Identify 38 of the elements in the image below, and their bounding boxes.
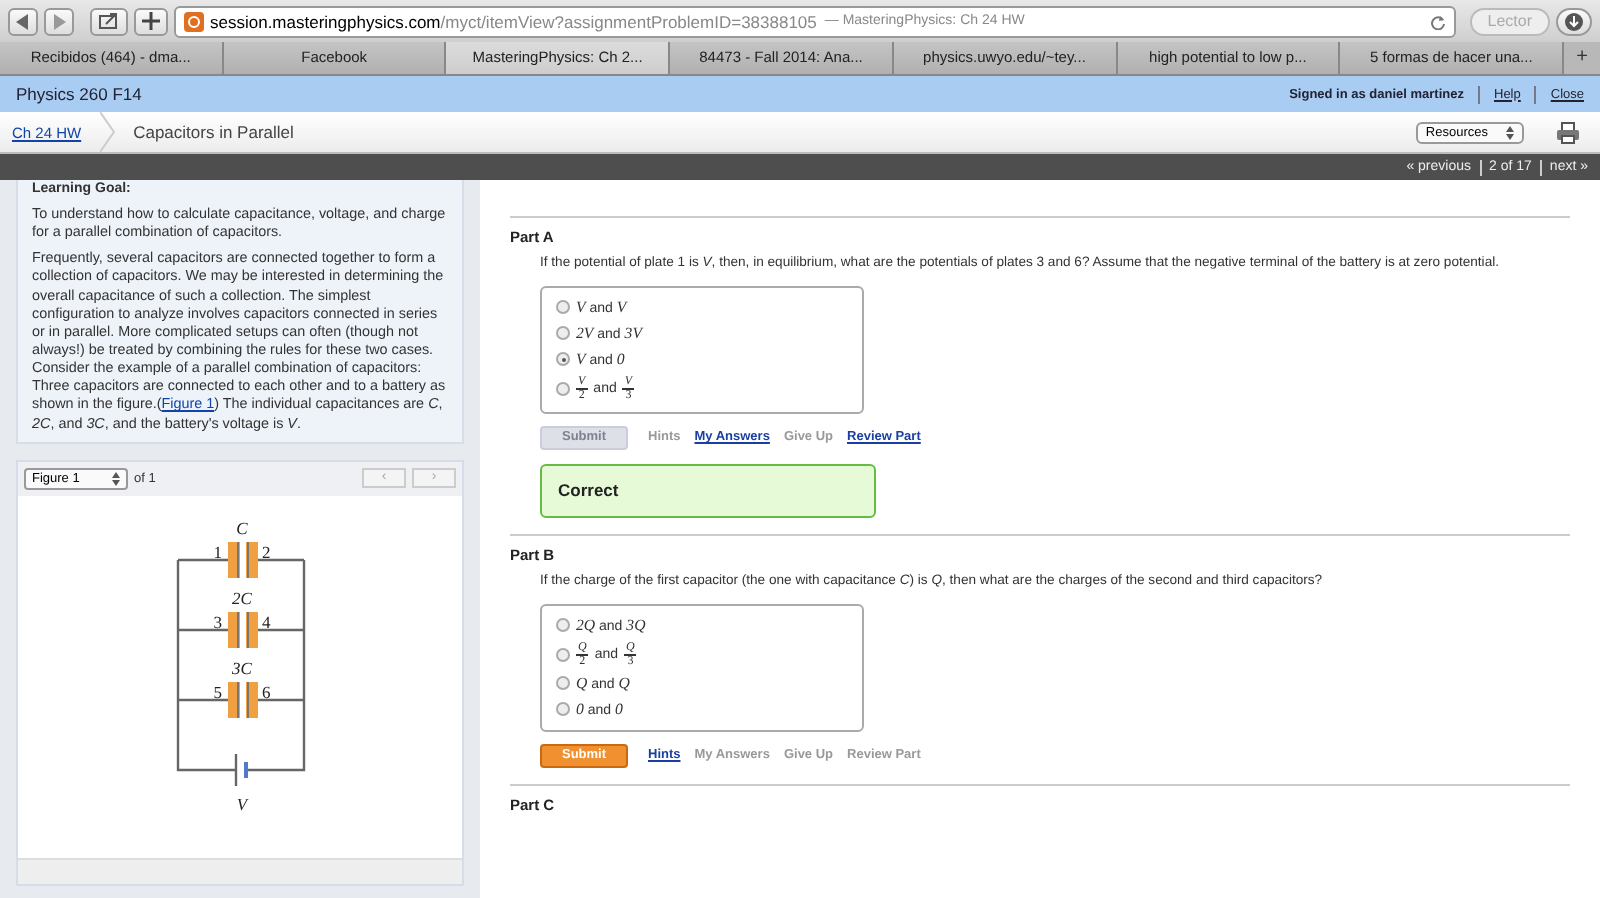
left-triangle-icon — [16, 13, 30, 29]
add-bookmark-button[interactable] — [134, 7, 168, 35]
plus-icon — [142, 12, 160, 30]
radio-button[interactable] — [556, 352, 570, 367]
right-triangle-icon — [52, 13, 66, 29]
radio-button[interactable] — [556, 676, 570, 691]
feedback-box: Correct — [540, 463, 876, 518]
radio-button[interactable] — [556, 300, 570, 315]
capacitor-label: 2C — [232, 587, 252, 608]
share-button[interactable] — [90, 7, 128, 35]
radio-button[interactable] — [556, 381, 570, 396]
radio-button[interactable] — [556, 647, 570, 662]
print-icon[interactable] — [1556, 121, 1580, 143]
problem-title: Capacitors in Parallel — [133, 122, 294, 142]
stepper-icon — [1506, 125, 1514, 139]
plate-number: 1 — [213, 541, 222, 562]
site-icon — [184, 11, 204, 31]
forward-button[interactable] — [44, 7, 74, 35]
download-icon — [1564, 11, 1584, 31]
stepper-icon — [112, 471, 120, 486]
plate-number: 3 — [213, 611, 222, 632]
radio-button[interactable] — [556, 702, 570, 717]
radio-button[interactable] — [556, 618, 570, 633]
download-button[interactable] — [1556, 7, 1592, 35]
reload-icon[interactable] — [1429, 13, 1446, 29]
capacitor-label: C — [236, 517, 248, 538]
capacitor-label: 3C — [232, 657, 252, 678]
share-icon — [98, 12, 120, 30]
chevron-icon — [99, 112, 116, 152]
plate-number: 2 — [262, 541, 271, 562]
back-button[interactable] — [8, 7, 38, 35]
plate-number: 5 — [213, 681, 222, 702]
course-title: Physics 260 F14 — [16, 84, 142, 104]
plate-number: 6 — [262, 681, 271, 702]
battery-label: V — [236, 793, 248, 814]
radio-button[interactable] — [556, 326, 570, 341]
new-tab-button[interactable]: + — [1564, 42, 1600, 74]
plate-number: 4 — [262, 611, 271, 632]
